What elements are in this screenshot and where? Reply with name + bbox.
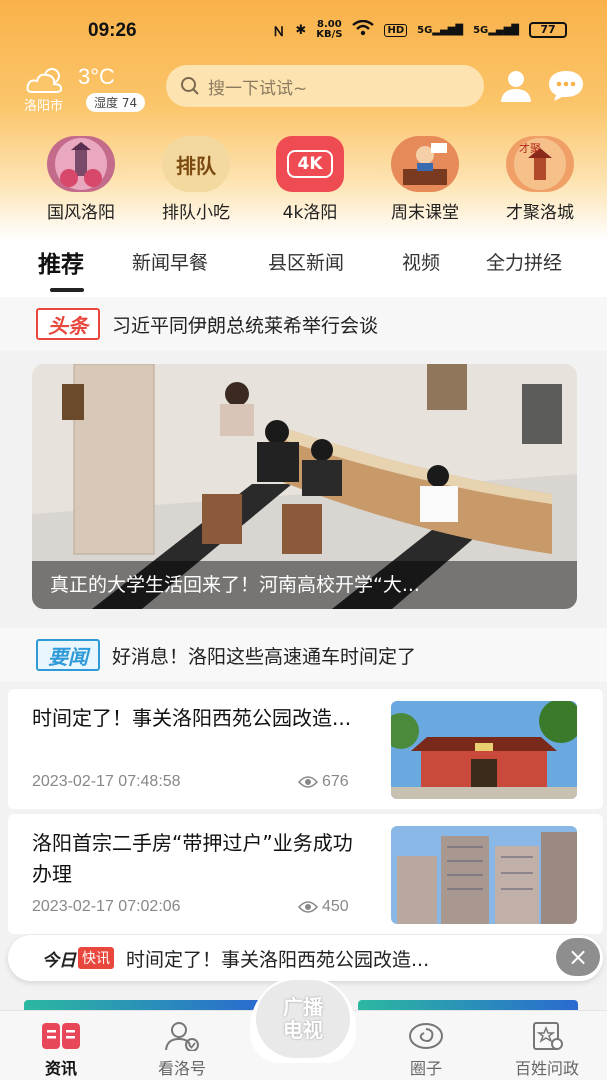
svg-text:才聚: 才聚	[519, 141, 541, 155]
news-title: 时间定了！事关洛阳西苑公园改造...	[32, 706, 352, 730]
quick-link-label: 排队小吃	[162, 203, 230, 223]
nav-label: 圈子	[409, 1059, 442, 1078]
cloud-sun-icon	[26, 68, 63, 93]
nav-news[interactable]: 资讯	[16, 1021, 106, 1079]
news-date: 2023-02-17 07:48:58	[32, 773, 181, 790]
headline-text: 习近平同伊朗总统莱希举行会谈	[112, 314, 379, 337]
eye-icon	[298, 776, 318, 788]
news-thumbnail	[391, 826, 577, 924]
today-label: 今日	[42, 950, 76, 971]
news-date: 2023-02-17 07:02:06	[32, 898, 181, 915]
weather-widget[interactable]: 3°C 洛阳市 湿度 74	[22, 64, 152, 114]
important-text: 好消息！洛阳这些高速通车时间定了	[112, 645, 417, 668]
hero-news-card[interactable]: 真正的大学生活回来了！河南高校开学“大...	[32, 364, 577, 609]
tab-video[interactable]: 视频	[402, 248, 440, 275]
flash-tag: 快讯	[78, 947, 114, 969]
nav-label: 百姓问政	[514, 1059, 579, 1078]
signal-icon-2: 5G▂▄▆█	[473, 24, 519, 36]
tab-indicator	[50, 288, 84, 292]
queue-snack-icon: 排队	[162, 136, 230, 192]
inquiry-icon	[533, 1022, 563, 1050]
quick-link-label: 国风洛阳	[47, 203, 115, 223]
headline-ticker[interactable]: 头条 习近平同伊朗总统莱希举行会谈	[0, 297, 607, 351]
hero-caption: 真正的大学生活回来了！河南高校开学“大...	[32, 561, 577, 609]
4k-video-icon: 4K	[276, 136, 344, 192]
status-icons: Ｎ ✱ 8.00 KB/S HD 5G▂▄▆█ 5G▂▄▆█ 77	[272, 20, 567, 40]
user-icon[interactable]	[498, 68, 534, 104]
news-book-icon	[42, 1023, 80, 1049]
eye-icon	[298, 901, 318, 913]
status-bar: 09:26 Ｎ ✱ 8.00 KB/S HD 5G▂▄▆█ 5G▂▄▆█ 77	[0, 0, 607, 62]
pagoda-peony-icon	[47, 136, 115, 192]
signal-icon-1: 5G▂▄▆█	[417, 24, 464, 36]
humidity-badge: 湿度 74	[86, 93, 146, 112]
close-button[interactable]: ×	[556, 938, 600, 976]
news-card[interactable]: 洛阳首宗二手房“带押过户”业务成功办理 2023-02-17 07:02:06 …	[8, 814, 603, 934]
bluetooth-icon: ✱	[295, 22, 307, 38]
broadcast-tv-button[interactable]: 广播 电视	[250, 975, 356, 1063]
flash-text: 时间定了！事关洛阳西苑公园改造...	[126, 948, 430, 971]
nfc-icon: Ｎ	[272, 24, 286, 40]
search-input[interactable]: 搜一下试试~	[166, 65, 484, 107]
quick-link-label: 才聚洛城	[506, 203, 574, 223]
nav-circle[interactable]: 圈子	[381, 1021, 471, 1079]
wifi-icon	[352, 19, 375, 40]
user-check-icon	[165, 1022, 199, 1051]
quick-links: 国风洛阳 排队 排队小吃 4K 4k洛阳 周末课堂 才聚 才聚洛城	[0, 136, 607, 226]
nav-label: 资讯	[44, 1059, 77, 1078]
news-title: 洛阳首宗二手房“带押过户”业务成功办理	[32, 831, 353, 886]
quick-link-guofeng[interactable]: 国风洛阳	[21, 136, 141, 223]
teacher-icon	[391, 136, 459, 192]
net-speed: 8.00 KB/S	[316, 19, 343, 40]
quick-link-weekend-class[interactable]: 周末课堂	[365, 136, 485, 223]
battery-icon: 77	[529, 22, 567, 38]
quick-link-talent[interactable]: 才聚 才聚洛城	[480, 136, 600, 223]
news-views: 676	[298, 773, 349, 791]
search-icon	[181, 77, 199, 95]
quick-link-queue-snacks[interactable]: 排队 排队小吃	[136, 136, 256, 223]
news-thumbnail	[391, 701, 577, 799]
broadcast-tv-icon: 广播 电视	[256, 980, 350, 1058]
nav-luoyang-account[interactable]: 看洛号	[137, 1021, 227, 1079]
tab-county-news[interactable]: 县区新闻	[268, 248, 344, 275]
important-news-ticker[interactable]: 要闻 好消息！洛阳这些高速通车时间定了	[0, 628, 607, 682]
chat-icon[interactable]	[547, 68, 585, 104]
important-badge: 要闻	[36, 639, 100, 671]
city-name: 洛阳市	[24, 99, 64, 114]
news-views: 450	[298, 898, 349, 916]
headline-badge: 头条	[36, 308, 100, 340]
tab-news-breakfast[interactable]: 新闻早餐	[132, 248, 208, 275]
search-placeholder: 搜一下试试~	[208, 78, 308, 99]
talent-pagoda-icon: 才聚	[506, 136, 574, 192]
hd-badge: HD	[384, 23, 408, 37]
circle-swirl-icon	[409, 1023, 443, 1049]
status-time: 09:26	[88, 20, 137, 41]
quick-link-label: 周末课堂	[391, 203, 459, 223]
quick-link-label: 4k洛阳	[282, 203, 338, 223]
tab-recommend[interactable]: 推荐	[38, 245, 84, 279]
temperature: 3°C	[78, 64, 115, 89]
tab-all-out[interactable]: 全力拼经	[486, 248, 562, 275]
quick-link-4k[interactable]: 4K 4k洛阳	[250, 136, 370, 223]
news-tabs: 推荐 新闻早餐 县区新闻 视频 全力拼经	[0, 232, 607, 294]
news-card[interactable]: 时间定了！事关洛阳西苑公园改造... 2023-02-17 07:48:58 6…	[8, 689, 603, 809]
nav-public-inquiry[interactable]: 百姓问政	[502, 1021, 592, 1079]
nav-label: 看洛号	[157, 1059, 206, 1078]
